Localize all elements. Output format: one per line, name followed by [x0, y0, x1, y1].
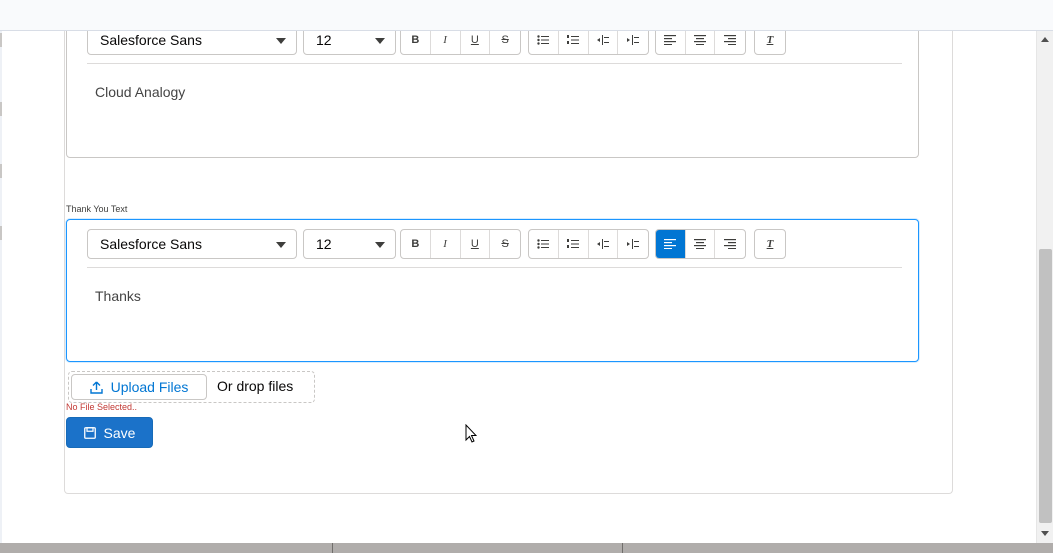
- bulleted-list-icon: [537, 239, 550, 249]
- no-file-status: No File Selected..: [66, 402, 138, 412]
- underline-icon: U: [470, 238, 479, 250]
- rich-text-editor-thank-you[interactable]: Salesforce Sans 12 B I U S T Thanks: [66, 219, 919, 362]
- align-center-button[interactable]: [686, 230, 716, 258]
- align-right-button[interactable]: [715, 230, 745, 258]
- bottom-bar: [0, 543, 1053, 553]
- italic-button[interactable]: I: [431, 230, 461, 258]
- font-family-select[interactable]: Salesforce Sans: [87, 229, 297, 259]
- rich-text-editor-1[interactable]: Salesforce Sans 12 B I U S T Cloud Analo…: [66, 15, 919, 158]
- bulleted-list-button[interactable]: [529, 230, 559, 258]
- clear-formatting-button[interactable]: T: [755, 230, 785, 258]
- numbered-list-icon: [567, 239, 580, 248]
- font-size-value: 12: [316, 236, 332, 252]
- align-left-icon: [664, 239, 677, 249]
- italic-icon: I: [443, 238, 447, 250]
- font-size-select[interactable]: 12: [303, 229, 396, 259]
- clear-formatting-icon: T: [766, 238, 774, 250]
- italic-icon: I: [443, 34, 447, 46]
- bold-icon: B: [411, 238, 420, 250]
- clear-formatting-icon: T: [766, 34, 774, 46]
- font-family-value: Salesforce Sans: [100, 236, 202, 252]
- clear-group: T: [754, 229, 786, 259]
- align-group: [655, 229, 746, 259]
- indent-icon: [596, 239, 609, 249]
- left-edge: [0, 31, 2, 543]
- save-icon: [83, 426, 96, 439]
- scroll-thumb[interactable]: [1039, 249, 1052, 523]
- underline-button[interactable]: U: [461, 230, 491, 258]
- editor-toolbar: Salesforce Sans 12 B I U S T: [87, 220, 902, 268]
- align-center-icon: [694, 239, 706, 249]
- align-left-button[interactable]: [656, 230, 686, 258]
- font-family-value: Salesforce Sans: [100, 32, 202, 48]
- upload-files-button[interactable]: Upload Files: [71, 374, 207, 400]
- chevron-down-icon: [276, 38, 286, 44]
- outdent-icon: [627, 239, 640, 249]
- save-button[interactable]: Save: [66, 417, 153, 448]
- scroll-down-icon[interactable]: [1041, 531, 1049, 536]
- thank-you-text-label: Thank You Text: [66, 204, 128, 214]
- outdent-icon: [627, 35, 640, 45]
- outdent-button[interactable]: [618, 230, 648, 258]
- bulleted-list-icon: [537, 35, 550, 45]
- top-header-bar: [0, 0, 1053, 31]
- underline-icon: U: [470, 34, 479, 46]
- numbered-list-button[interactable]: [559, 230, 589, 258]
- strikethrough-button[interactable]: S: [490, 230, 520, 258]
- strikethrough-icon: S: [501, 34, 509, 46]
- upload-icon: [89, 381, 103, 394]
- chevron-down-icon: [375, 38, 385, 44]
- chevron-down-icon: [276, 242, 286, 248]
- font-size-value: 12: [316, 32, 332, 48]
- indent-icon: [596, 35, 609, 45]
- file-drop-zone[interactable]: Upload Files Or drop files: [68, 371, 315, 403]
- indent-button[interactable]: [589, 230, 619, 258]
- list-group: [528, 229, 649, 259]
- bold-icon: B: [411, 34, 420, 46]
- mouse-cursor-icon: [465, 424, 477, 443]
- align-right-icon: [724, 239, 737, 249]
- numbered-list-icon: [567, 35, 580, 44]
- vertical-scrollbar[interactable]: [1036, 31, 1053, 543]
- editor-content[interactable]: Cloud Analogy: [95, 84, 185, 100]
- align-right-icon: [724, 35, 737, 45]
- editor-content[interactable]: Thanks: [95, 288, 141, 304]
- upload-files-label: Upload Files: [110, 379, 189, 395]
- align-left-icon: [664, 35, 677, 45]
- save-label: Save: [103, 424, 136, 441]
- strikethrough-icon: S: [501, 238, 509, 250]
- chevron-down-icon: [375, 242, 385, 248]
- align-center-icon: [694, 35, 706, 45]
- format-group: B I U S: [400, 229, 521, 259]
- bold-button[interactable]: B: [401, 230, 431, 258]
- scroll-up-icon[interactable]: [1041, 37, 1049, 42]
- drop-files-text: Or drop files: [217, 378, 294, 394]
